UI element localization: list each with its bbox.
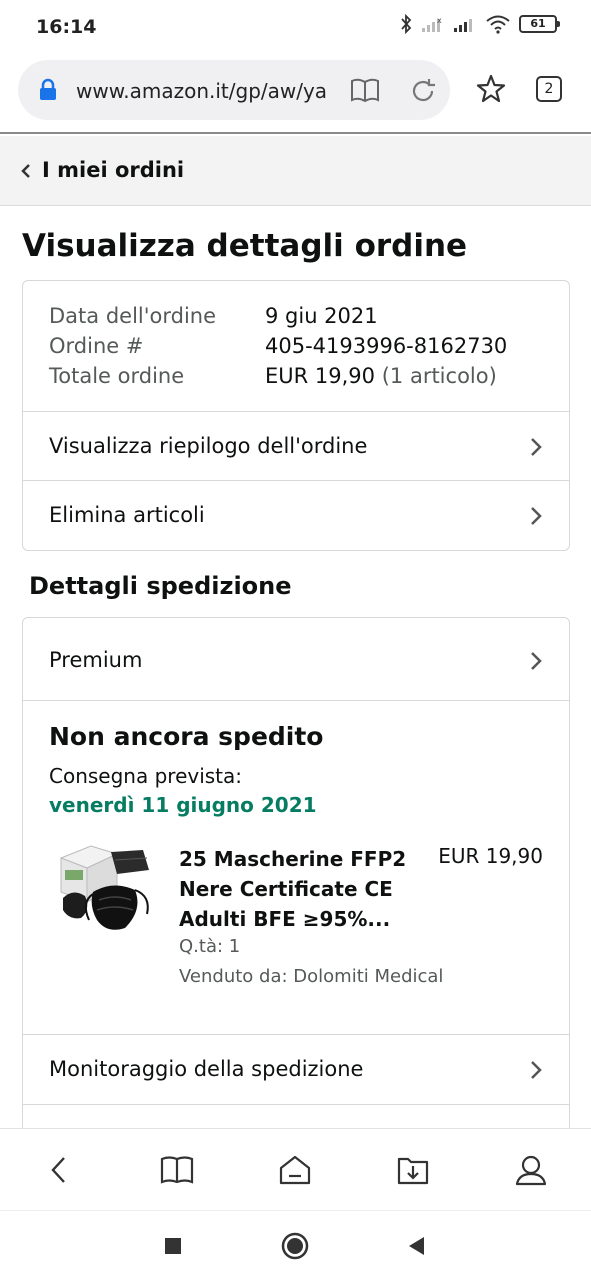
status-time: 16:14 [36, 16, 97, 38]
divider [23, 700, 569, 701]
shipping-method-link[interactable]: Premium [23, 626, 569, 700]
divider [23, 1104, 569, 1105]
order-total-items: (1 articolo) [381, 364, 497, 388]
back-triangle-icon[interactable] [402, 1231, 432, 1261]
bookmark-star-icon[interactable] [476, 74, 506, 108]
order-summary-label: Visualizza riepilogo dell'ordine [49, 434, 368, 458]
profile-icon[interactable] [512, 1151, 550, 1189]
order-number-label: Ordine # [49, 334, 144, 358]
product-quantity: Q.tà: 1 [179, 936, 241, 957]
shipment-status: Non ancora spedito [49, 722, 324, 751]
home-circle-icon[interactable] [280, 1231, 310, 1261]
signal-1-icon: x [421, 15, 445, 33]
home-icon[interactable] [276, 1151, 314, 1189]
status-bar: 16:14 x 61 [0, 0, 591, 56]
tracking-link[interactable]: Monitoraggio della spedizione [23, 1035, 569, 1103]
svg-text:x: x [437, 16, 442, 25]
book-icon[interactable] [158, 1151, 196, 1189]
page-title: Visualizza dettagli ordine [22, 228, 468, 264]
order-date-label: Data dell'ordine [49, 304, 217, 328]
shipping-section-title: Dettagli spedizione [29, 572, 292, 600]
back-to-orders[interactable]: I miei ordini [0, 136, 591, 206]
recents-icon[interactable] [158, 1231, 188, 1261]
battery-icon: 61 [519, 15, 560, 33]
order-number-value: 405-4193996-8162730 [265, 334, 508, 358]
status-icons: x 61 [399, 14, 560, 34]
shipping-method-label: Premium [49, 648, 143, 672]
tab-switcher-button[interactable]: 2 [536, 76, 562, 102]
back-label[interactable]: I miei ordini [42, 158, 184, 182]
product-price: EUR 19,90 [438, 844, 543, 868]
url-text[interactable]: www.amazon.it/gp/aw/ya [76, 79, 340, 103]
delete-items-label: Elimina articoli [49, 503, 205, 527]
chevron-right-icon [529, 650, 543, 676]
browser-bottom-nav [0, 1128, 591, 1210]
chevron-right-icon [529, 436, 543, 462]
tracking-label: Monitoraggio della spedizione [49, 1057, 364, 1081]
delivery-label: Consegna prevista: [49, 764, 243, 788]
product-image[interactable] [51, 840, 159, 940]
chevron-left-icon [20, 163, 32, 183]
wifi-icon [485, 14, 511, 34]
delete-items-link[interactable]: Elimina articoli [23, 481, 569, 549]
chevron-right-icon [529, 1059, 543, 1085]
product-seller: Venduto da: Dolomiti Medical [179, 966, 444, 987]
order-summary-link[interactable]: Visualizza riepilogo dell'ordine [23, 412, 569, 480]
order-total-value: EUR 19,90 [265, 364, 376, 388]
order-date-value: 9 giu 2021 [265, 304, 378, 328]
bluetooth-icon [399, 14, 413, 34]
chevron-right-icon [529, 505, 543, 531]
reload-icon[interactable] [408, 76, 438, 110]
delivery-date: venerdì 11 giugno 2021 [49, 793, 317, 817]
download-icon[interactable] [394, 1151, 432, 1189]
back-icon[interactable] [40, 1151, 78, 1189]
order-total-label: Totale ordine [49, 364, 185, 388]
system-nav-bar [0, 1210, 591, 1280]
product-title[interactable]: 25 Mascherine FFP2 Nere Certificate CE A… [179, 844, 415, 934]
address-bar[interactable]: www.amazon.it/gp/aw/ya [18, 60, 450, 120]
reader-mode-icon[interactable] [350, 76, 380, 108]
signal-2-icon [453, 15, 477, 33]
browser-toolbar: www.amazon.it/gp/aw/ya 2 [0, 56, 591, 134]
order-info-card: Data dell'ordine 9 giu 2021 Ordine # 405… [22, 280, 570, 551]
shipping-card: Premium Non ancora spedito Consegna prev… [22, 617, 570, 1137]
order-info: Data dell'ordine 9 giu 2021 Ordine # 405… [49, 301, 507, 391]
lock-icon [38, 78, 58, 106]
